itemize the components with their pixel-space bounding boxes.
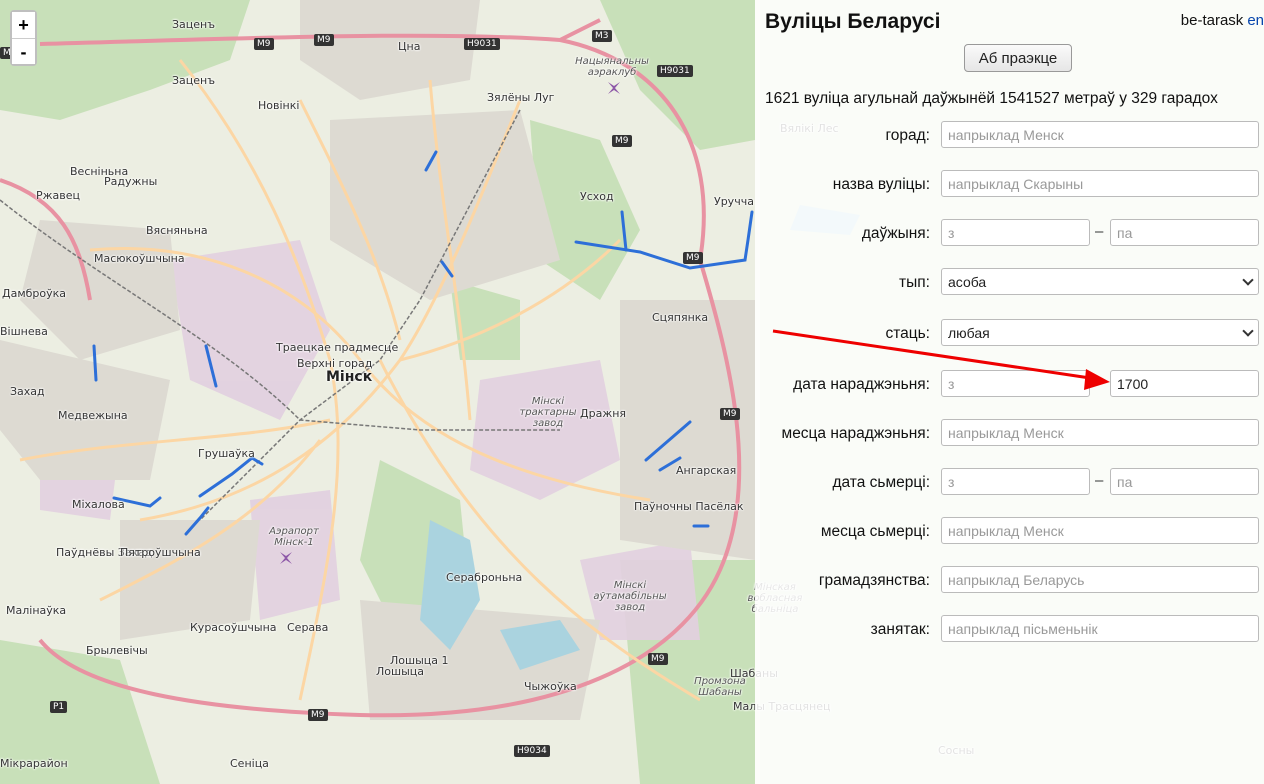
occupation-label: занятак:: [870, 621, 930, 638]
map-place-label: Ангарская: [676, 464, 737, 477]
map-place-label: Заценъ: [172, 74, 216, 87]
road-shield: M9: [648, 653, 668, 665]
street-row: назва вуліцы:: [755, 170, 1264, 199]
map-poi-label: Нацыянальны аэраклуб: [575, 56, 649, 78]
road-shield: H9031: [464, 38, 500, 50]
map-place-label: Цна: [398, 40, 421, 53]
length-row: даўжыня: –: [755, 219, 1264, 248]
map-place-label: Пятроўшчына: [120, 546, 201, 559]
current-language: be-tarask: [1180, 12, 1244, 29]
road-shield: M9: [314, 34, 334, 46]
map-place-label: Курасоўшчына: [190, 621, 277, 634]
type-label: тып:: [899, 274, 930, 291]
map-poi-label: Мінскі аўтамабільны завод: [593, 580, 667, 613]
length-from-input[interactable]: [941, 219, 1090, 246]
zoom-out-button[interactable]: -: [12, 38, 35, 64]
birth-place-label: месца нараджэньня:: [781, 425, 930, 442]
map-place-label: Сераброньна: [446, 571, 523, 584]
citizenship-input[interactable]: [941, 566, 1259, 593]
death-date-to-input[interactable]: [1110, 468, 1259, 495]
map-place-label: Ржавец: [36, 189, 81, 202]
type-select[interactable]: асоба: [941, 268, 1259, 295]
type-row: тып: асоба: [755, 268, 1264, 297]
language-switcher: be-tarask en: [1181, 12, 1264, 29]
map-place-label: Чыжоўка: [524, 680, 577, 693]
road-shield: M9: [683, 252, 703, 264]
map-place-label: Лошыца: [376, 665, 424, 678]
map-place-label: Заценъ: [172, 18, 216, 31]
birth-date-from-input[interactable]: [941, 370, 1090, 397]
road-shield: M3: [592, 30, 612, 42]
map-place-label: Грушаўка: [198, 447, 255, 460]
map-place-label: Брылевічы: [86, 644, 148, 657]
death-date-label: дата сьмерці:: [832, 474, 930, 491]
road-shield: P1: [50, 701, 68, 713]
zoom-in-button[interactable]: +: [12, 12, 35, 38]
occupation-row: занятак:: [755, 615, 1264, 644]
birth-date-label: дата нараджэньня:: [793, 376, 930, 393]
city-row: горад:: [755, 121, 1264, 150]
road-shield: M9: [254, 38, 274, 50]
road-shield: M9: [720, 408, 740, 420]
death-date-from-input[interactable]: [941, 468, 1090, 495]
map-place-label: Вясняньна: [146, 224, 208, 237]
street-label: назва вуліцы:: [832, 176, 930, 193]
map-place-label: Мінск: [326, 369, 373, 385]
map-place-label: Траецкае прадмесце: [276, 341, 399, 354]
map-place-label: Малінаўка: [6, 604, 67, 617]
length-label: даўжыня:: [861, 225, 930, 242]
birth-place-row: месца нараджэньня:: [755, 419, 1264, 448]
about-project-button[interactable]: Аб праэкце: [964, 44, 1072, 72]
death-place-row: месца сьмерці:: [755, 517, 1264, 546]
map-place-label: Паўночны Пасёлак: [634, 500, 744, 513]
road-shield: H9031: [657, 65, 693, 77]
map-place-label: Сцяпянка: [652, 311, 709, 324]
street-name-input[interactable]: [941, 170, 1259, 197]
city-input[interactable]: [941, 121, 1259, 148]
birth-date-to-input[interactable]: [1110, 370, 1259, 397]
map-poi-label: Мінскі трактарны завод: [519, 396, 577, 429]
gender-label: стаць:: [885, 325, 930, 342]
map-place-label: Зялёны Луг: [487, 91, 555, 104]
map-place-label: Уручча: [714, 195, 754, 208]
map-place-label: Міхалова: [72, 498, 125, 511]
map-poi-label: Аэрапорт Мінск-1: [269, 526, 319, 548]
language-link-en[interactable]: en: [1247, 12, 1264, 29]
map-place-label: Захад: [10, 385, 45, 398]
death-date-row: дата сьмерці: –: [755, 468, 1264, 497]
occupation-input[interactable]: [941, 615, 1259, 642]
map-place-label: Усход: [580, 190, 614, 203]
road-shield: H9034: [514, 745, 550, 757]
range-dash: –: [1095, 472, 1104, 489]
death-place-input[interactable]: [941, 517, 1259, 544]
gender-select[interactable]: любая: [941, 319, 1259, 346]
map-place-label: Дамброўка: [2, 287, 67, 300]
zoom-control: + -: [10, 10, 37, 66]
page-title: Вуліцы Беларусі: [765, 10, 941, 33]
search-panel: Вуліцы Беларусі be-tarask en Аб праэкце 1…: [755, 0, 1264, 784]
city-label: горад:: [885, 127, 930, 144]
map-place-label: Медвежына: [58, 409, 128, 422]
map-place-label: Сеніца: [230, 757, 269, 770]
map-place-label: Масюкоўшчына: [94, 252, 185, 265]
map-poi-label: Промзона Шабаны: [694, 676, 746, 698]
birth-place-input[interactable]: [941, 419, 1259, 446]
gender-row: стаць: любая: [755, 319, 1264, 348]
map-place-label: Радужны: [104, 175, 158, 188]
death-place-label: месца сьмерці:: [820, 523, 930, 540]
range-dash: –: [1095, 223, 1104, 240]
map-place-label: Новінкі: [258, 99, 300, 112]
map-place-label: Серава: [287, 621, 329, 634]
road-shield: M9: [612, 135, 632, 147]
road-shield: M9: [308, 709, 328, 721]
citizenship-row: грамадзянства:: [755, 566, 1264, 595]
birth-date-row: дата нараджэньня:: [755, 370, 1264, 399]
map-place-label: Мікрарайон: [0, 757, 68, 770]
citizenship-label: грамадзянства:: [818, 572, 930, 589]
map-place-label: Вішнева: [0, 325, 48, 338]
statistics-summary: 1621 вуліца агульнай даўжынёй 1541527 ме…: [765, 90, 1218, 107]
length-to-input[interactable]: [1110, 219, 1259, 246]
